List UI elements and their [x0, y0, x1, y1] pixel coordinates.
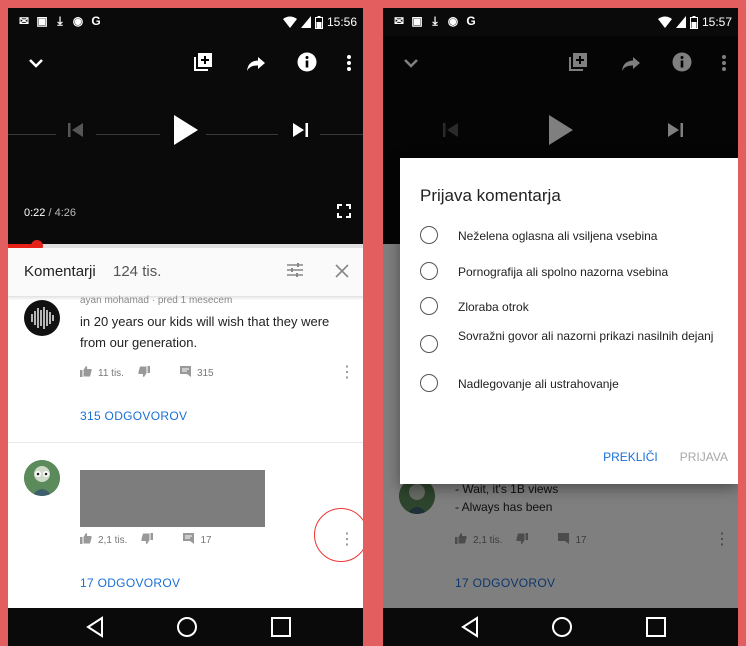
comment-meta: ayan mohamad · pred 1 mesecem: [80, 295, 233, 306]
thumb-down-icon[interactable]: [141, 533, 154, 547]
highlight-circle: [314, 508, 363, 562]
app-icon: ◉: [72, 14, 84, 28]
current-time: 0:22: [24, 207, 46, 219]
avatar[interactable]: [24, 300, 60, 336]
avatar[interactable]: [24, 460, 60, 496]
reply-count: 17: [200, 534, 212, 546]
thumb-down-icon[interactable]: [138, 366, 150, 380]
more-vert-icon[interactable]: ⋮: [339, 363, 355, 383]
status-bar: ✉ ▣ ⤓ ◉ G 15:56: [8, 8, 363, 36]
replies-link[interactable]: 17 ODGOVOROV: [80, 576, 180, 590]
battery-icon: [314, 15, 323, 29]
wifi-icon: [657, 16, 672, 28]
mail-icon: ✉: [393, 14, 405, 28]
radio-button[interactable]: [420, 374, 438, 392]
radio-button[interactable]: [420, 226, 438, 244]
download-icon: ⤓: [57, 14, 63, 28]
share-icon[interactable]: [242, 52, 270, 80]
comments-count: 124 tis.: [113, 263, 162, 280]
comment-text: in 20 years our kids will wish that they…: [80, 314, 330, 350]
more-vert-icon[interactable]: [335, 52, 363, 80]
back-nav-icon[interactable]: [455, 612, 485, 642]
redacted-block: [80, 470, 265, 527]
prev-icon[interactable]: [56, 114, 96, 154]
report-option-label: Zloraba otrok: [458, 300, 529, 314]
phone-screen-comments: ✉ ▣ ⤓ ◉ G 15:56 0:22 / 4:26 Komentarji 1…: [8, 8, 363, 646]
comment-icon[interactable]: [179, 366, 191, 380]
time-readout: 0:22 / 4:26: [24, 207, 76, 219]
time-separator: /: [45, 207, 55, 219]
report-option-label: Sovražni govor ali nazorni prikazi nasil…: [458, 329, 714, 343]
report-option-label: Nadlegovanje ali ustrahovanje: [458, 377, 619, 391]
battery-icon: [689, 15, 698, 29]
comment-icon[interactable]: [183, 533, 195, 547]
fullscreen-icon[interactable]: [337, 204, 351, 221]
system-nav-bar: [383, 608, 738, 646]
thumb-up-icon[interactable]: [80, 366, 92, 380]
divider: [8, 442, 363, 443]
close-icon[interactable]: [328, 258, 356, 286]
signal-icon: [300, 16, 311, 28]
report-option-label: Pornografija ali spolno nazorna vsebina: [458, 265, 669, 279]
recents-nav-icon[interactable]: [641, 612, 671, 642]
app-icon: ◉: [447, 14, 459, 28]
home-nav-icon[interactable]: [547, 612, 577, 642]
google-icon: G: [91, 14, 101, 28]
status-time: 15:56: [326, 15, 357, 29]
thumb-up-icon[interactable]: [80, 533, 92, 547]
report-option-label: Neželena oglasna ali vsiljena vsebina: [458, 229, 658, 243]
system-nav-bar: [8, 608, 363, 646]
report-button[interactable]: PRIJAVA: [680, 450, 728, 464]
image-icon: ▣: [411, 14, 423, 28]
home-nav-icon[interactable]: [172, 612, 202, 642]
like-count: 11 tis.: [98, 367, 124, 379]
comments-title: Komentarji: [24, 263, 96, 280]
dialog-title: Prijava komentarja: [420, 186, 561, 205]
recents-nav-icon[interactable]: [266, 612, 296, 642]
radio-button[interactable]: [420, 335, 438, 353]
status-bar: ✉ ▣ ⤓ ◉ G 15:57: [383, 8, 738, 36]
comments-header: Komentarji 124 tis.: [8, 248, 363, 297]
wifi-icon: [282, 16, 297, 28]
mail-icon: ✉: [18, 14, 30, 28]
video-player[interactable]: 0:22 / 4:26: [8, 36, 363, 244]
status-time: 15:57: [701, 15, 732, 29]
google-icon: G: [466, 14, 476, 28]
next-icon[interactable]: [280, 114, 320, 154]
play-icon[interactable]: [165, 114, 205, 154]
report-dialog: Prijava komentarja Neželena oglasna ali …: [400, 158, 738, 484]
like-count: 2,1 tis.: [98, 534, 128, 546]
download-icon: ⤓: [432, 14, 438, 28]
duration: 4:26: [54, 207, 77, 219]
replies-link[interactable]: 315 ODGOVOROV: [80, 409, 187, 423]
info-icon[interactable]: [293, 52, 321, 80]
radio-button[interactable]: [420, 262, 438, 280]
reply-count: 315: [196, 367, 214, 379]
sort-icon[interactable]: [281, 258, 309, 286]
cancel-button[interactable]: PREKLIČI: [603, 450, 658, 464]
image-icon: ▣: [36, 14, 48, 28]
radio-button[interactable]: [420, 297, 438, 315]
back-nav-icon[interactable]: [80, 612, 110, 642]
add-to-playlist-icon[interactable]: [189, 52, 217, 80]
chevron-down-icon[interactable]: [22, 52, 50, 80]
signal-icon: [675, 16, 686, 28]
phone-screen-report-dialog: ✉ ▣ ⤓ ◉ G 15:57 Prijava komentarja Nežel…: [383, 8, 738, 646]
